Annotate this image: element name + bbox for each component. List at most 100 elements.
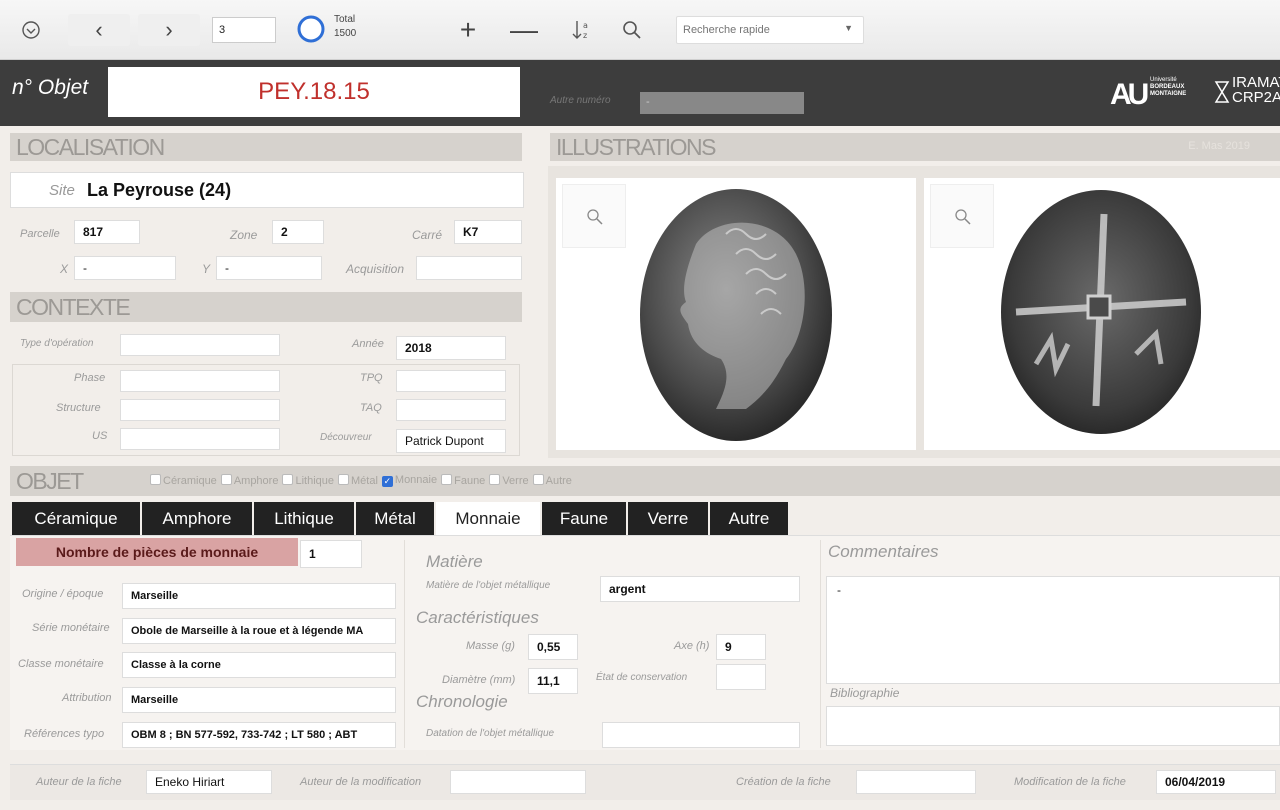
- classe-label: Classe monétaire: [18, 658, 104, 670]
- parcelle-label: Parcelle: [20, 228, 60, 240]
- auteur-modif-field[interactable]: [450, 770, 586, 794]
- origine-field[interactable]: Marseille: [122, 583, 396, 609]
- category-ceramique[interactable]: Céramique: [150, 474, 217, 487]
- total-label: Total: [334, 14, 356, 25]
- axe-field[interactable]: 9: [716, 634, 766, 660]
- coin-obverse-head-image: [640, 189, 832, 441]
- taq-label: TAQ: [360, 402, 382, 414]
- next-record-button[interactable]: ›: [138, 14, 200, 46]
- find-button[interactable]: [614, 14, 650, 46]
- attribution-field[interactable]: Marseille: [122, 687, 396, 713]
- iramat-logo-icon: [1214, 80, 1230, 109]
- serie-field[interactable]: Obole de Marseille à la roue et à légend…: [122, 618, 396, 644]
- category-lithique[interactable]: Lithique: [282, 474, 334, 487]
- delete-record-button[interactable]: —: [506, 14, 542, 46]
- zoom-icon: [955, 209, 971, 225]
- phase-label: Phase: [74, 372, 106, 384]
- site-field-box: Site La Peyrouse (24): [10, 172, 524, 208]
- matiere-field[interactable]: argent: [600, 576, 800, 602]
- search-icon: [623, 21, 641, 39]
- decouvreur-label: Découvreur: [320, 432, 372, 443]
- previous-record-button[interactable]: ‹: [68, 14, 130, 46]
- university-logo-icon: AU: [1110, 78, 1149, 111]
- category-faune[interactable]: Faune: [441, 474, 485, 487]
- commentaires-field[interactable]: -: [826, 576, 1280, 684]
- creation-field[interactable]: [856, 770, 976, 794]
- references-label: Références typo: [24, 728, 105, 740]
- tab-monnaie[interactable]: Monnaie: [436, 502, 540, 535]
- logo-univ-line1: Université: [1150, 77, 1177, 83]
- category-label: Verre: [502, 475, 529, 487]
- iramat-logo-text: IRAMAT CRP2A: [1232, 75, 1280, 105]
- minus-icon: —: [510, 14, 538, 45]
- masse-field[interactable]: 0,55: [528, 634, 578, 660]
- tab-faune[interactable]: Faune: [542, 502, 626, 535]
- bibliographie-field[interactable]: [826, 706, 1280, 746]
- zone-field[interactable]: 2: [272, 220, 324, 244]
- parcelle-field[interactable]: 817: [74, 220, 140, 244]
- structure-field[interactable]: [120, 399, 280, 421]
- site-label: Site: [49, 182, 75, 199]
- auteur-field[interactable]: Eneko Hiriart: [146, 770, 272, 794]
- coin-obverse-frame[interactable]: [556, 178, 916, 450]
- column-divider-right: [820, 540, 821, 748]
- localisation-section-title: LOCALISATION: [10, 133, 522, 161]
- objet-section-bar: OBJET Céramique Amphore Lithique Métal ✓…: [10, 466, 1280, 496]
- tab-metal[interactable]: Métal: [356, 502, 434, 535]
- modif-field[interactable]: 06/04/2019: [1156, 770, 1276, 794]
- tab-verre[interactable]: Verre: [628, 502, 708, 535]
- y-field[interactable]: -: [216, 256, 322, 280]
- object-number-field[interactable]: PEY.18.15: [108, 67, 520, 117]
- taq-field[interactable]: [396, 399, 506, 421]
- category-metal[interactable]: Métal: [338, 474, 378, 487]
- logo-univ-line2: BORDEAUX: [1150, 84, 1185, 90]
- found-set-pie-icon: [296, 14, 326, 44]
- logo-iramat-line2: CRP2A: [1232, 89, 1280, 106]
- y-label: Y: [202, 262, 211, 276]
- zoom-obverse-button[interactable]: [562, 184, 626, 248]
- header-band: n° Objet PEY.18.15 Autre numéro - AU Uni…: [0, 60, 1280, 126]
- type-operation-field[interactable]: [120, 334, 280, 356]
- datation-field[interactable]: [602, 722, 800, 748]
- classe-field[interactable]: Classe à la corne: [122, 652, 396, 678]
- menu-circle-icon[interactable]: [14, 14, 48, 46]
- quick-search-input[interactable]: [683, 21, 833, 39]
- structure-label: Structure: [56, 402, 101, 414]
- annee-field[interactable]: 2018: [396, 336, 506, 360]
- new-record-button[interactable]: +: [450, 14, 486, 46]
- category-verre[interactable]: Verre: [489, 474, 529, 487]
- other-number-field[interactable]: -: [640, 92, 804, 114]
- coin-count-field[interactable]: 1: [300, 540, 362, 568]
- tab-amphore[interactable]: Amphore: [142, 502, 252, 535]
- plus-icon: +: [459, 14, 477, 45]
- us-field[interactable]: [120, 428, 280, 450]
- references-field[interactable]: OBM 8 ; BN 577-592, 733-742 ; LT 580 ; A…: [122, 722, 396, 748]
- dropdown-arrow-icon[interactable]: ▼: [844, 23, 853, 33]
- etat-field[interactable]: [716, 664, 766, 690]
- coin-reverse-wheel-image: [1001, 190, 1201, 434]
- tpq-field[interactable]: [396, 370, 506, 392]
- zoom-reverse-button[interactable]: [930, 184, 994, 248]
- site-value[interactable]: La Peyrouse (24): [87, 180, 231, 201]
- category-monnaie[interactable]: ✓ Monnaie: [381, 474, 437, 487]
- phase-field[interactable]: [120, 370, 280, 392]
- carre-field[interactable]: K7: [454, 220, 522, 244]
- coin-reverse-frame[interactable]: [924, 178, 1280, 450]
- column-divider: [404, 540, 405, 748]
- diametre-field[interactable]: 11,1: [528, 668, 578, 694]
- decouvreur-field[interactable]: Patrick Dupont: [396, 429, 506, 453]
- category-amphore[interactable]: Amphore: [220, 474, 278, 487]
- sort-button[interactable]: az: [564, 14, 600, 46]
- tab-ceramique[interactable]: Céramique: [12, 502, 140, 535]
- auteur-label: Auteur de la fiche: [36, 776, 122, 788]
- type-operation-label: Type d'opération: [20, 338, 94, 349]
- chevron-right-icon: ›: [165, 17, 173, 42]
- record-number-input[interactable]: 3: [212, 17, 276, 43]
- x-field[interactable]: -: [74, 256, 176, 280]
- matiere-label: Matière de l'objet métallique: [426, 580, 551, 591]
- category-autre[interactable]: Autre: [532, 474, 572, 487]
- tab-lithique[interactable]: Lithique: [254, 502, 354, 535]
- illustrations-section-title: ILLUSTRATIONS E. Mas 2019: [550, 133, 1280, 161]
- acquisition-field[interactable]: [416, 256, 522, 280]
- tab-autre[interactable]: Autre: [710, 502, 788, 535]
